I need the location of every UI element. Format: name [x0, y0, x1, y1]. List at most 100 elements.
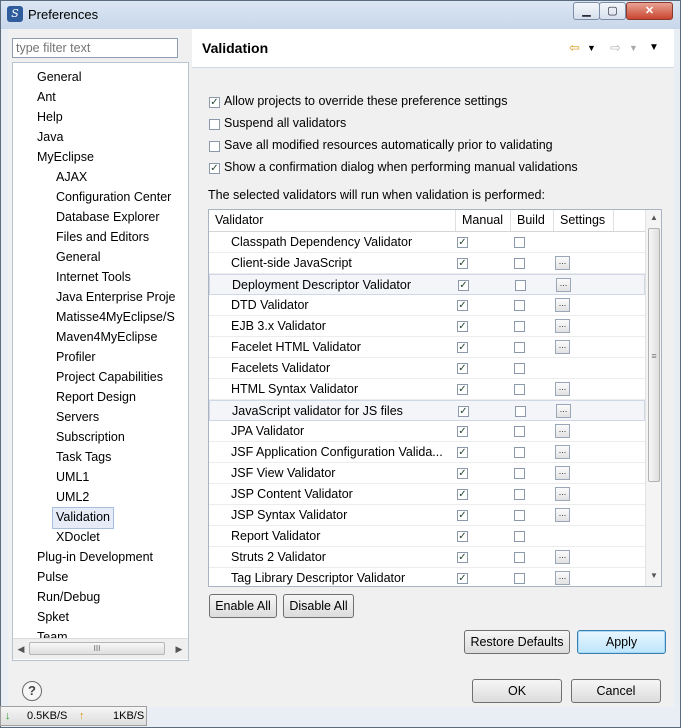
manual-checkbox[interactable] [457, 510, 468, 521]
manual-checkbox[interactable] [458, 406, 469, 417]
disable-all-button[interactable]: Disable All [283, 594, 354, 618]
settings-button[interactable]: ... [555, 256, 570, 270]
option-label[interactable]: Save all modified resources automaticall… [224, 138, 553, 152]
build-checkbox[interactable] [514, 489, 525, 500]
tree-item[interactable]: Plug-in Development [37, 547, 153, 567]
close-button[interactable]: ✕ [626, 2, 673, 20]
tree-item[interactable]: Matisse4MyEclipse/S [56, 307, 175, 327]
build-checkbox[interactable] [514, 237, 525, 248]
tree-horizontal-scrollbar[interactable]: ◀ III ▶ [13, 638, 188, 659]
settings-button[interactable]: ... [555, 445, 570, 459]
settings-button[interactable]: ... [555, 571, 570, 585]
column-settings[interactable]: Settings [554, 210, 614, 231]
back-dropdown-icon[interactable]: ▼ [587, 43, 596, 53]
help-icon[interactable]: ? [22, 681, 42, 701]
tree-item[interactable]: Ant [37, 87, 56, 107]
settings-button[interactable]: ... [555, 550, 570, 564]
settings-button[interactable]: ... [555, 340, 570, 354]
settings-button[interactable]: ... [555, 382, 570, 396]
manual-checkbox[interactable] [457, 447, 468, 458]
tree-item[interactable]: Spket [37, 607, 69, 627]
forward-dropdown-icon[interactable]: ▼ [629, 43, 638, 53]
manual-checkbox[interactable] [457, 342, 468, 353]
build-checkbox[interactable] [514, 342, 525, 353]
table-row[interactable]: JPA Validator... [209, 421, 645, 442]
filter-input[interactable] [13, 39, 179, 57]
tree-item[interactable]: AJAX [56, 167, 87, 187]
column-manual[interactable]: Manual [456, 210, 511, 231]
manual-checkbox[interactable] [457, 552, 468, 563]
table-row[interactable]: Client-side JavaScript... [209, 253, 645, 274]
ok-button[interactable]: OK [472, 679, 562, 703]
table-row[interactable]: Facelets Validator [209, 358, 645, 379]
tree-item[interactable]: Servers [56, 407, 99, 427]
build-checkbox[interactable] [514, 531, 525, 542]
title-bar[interactable]: S Preferences ▁ ▢ ✕ [1, 1, 680, 29]
table-row[interactable]: EJB 3.x Validator... [209, 316, 645, 337]
enable-all-button[interactable]: Enable All [209, 594, 277, 618]
tree-item[interactable]: General [37, 67, 81, 87]
manual-checkbox[interactable] [457, 573, 468, 584]
column-validator[interactable]: Validator [209, 210, 456, 231]
build-checkbox[interactable] [514, 573, 525, 584]
manual-checkbox[interactable] [458, 280, 469, 291]
manual-checkbox[interactable] [457, 531, 468, 542]
apply-button[interactable]: Apply [577, 630, 666, 654]
table-row[interactable]: JSP Content Validator... [209, 484, 645, 505]
table-row[interactable]: JavaScript validator for JS files... [209, 400, 645, 421]
tree-item[interactable]: UML2 [56, 487, 89, 507]
view-menu-icon[interactable]: ▼ [649, 42, 659, 53]
table-row[interactable]: Classpath Dependency Validator [209, 232, 645, 253]
table-vertical-scrollbar[interactable]: ▲ ≡ ▼ [645, 210, 661, 586]
build-checkbox[interactable] [514, 384, 525, 395]
cancel-button[interactable]: Cancel [571, 679, 661, 703]
tree-item[interactable]: Run/Debug [37, 587, 100, 607]
back-arrow-icon[interactable]: ⇦ [569, 40, 580, 56]
tree-item[interactable]: Java Enterprise Proje [56, 287, 176, 307]
build-checkbox[interactable] [515, 406, 526, 417]
tree-item[interactable]: Help [37, 107, 63, 127]
scroll-right-icon[interactable]: ▶ [173, 642, 185, 656]
filter-field[interactable] [12, 38, 179, 58]
scroll-thumb[interactable]: III [29, 642, 165, 655]
scroll-down-icon[interactable]: ▼ [649, 570, 659, 582]
table-row[interactable]: Tag Library Descriptor Validator... [209, 568, 645, 586]
build-checkbox[interactable] [514, 468, 525, 479]
manual-checkbox[interactable] [457, 363, 468, 374]
build-checkbox[interactable] [514, 426, 525, 437]
settings-button[interactable]: ... [555, 487, 570, 501]
option-checkbox[interactable] [209, 119, 220, 130]
manual-checkbox[interactable] [457, 258, 468, 269]
build-checkbox[interactable] [514, 552, 525, 563]
column-build[interactable]: Build [511, 210, 554, 231]
tree-item[interactable]: Profiler [56, 347, 96, 367]
build-checkbox[interactable] [514, 510, 525, 521]
table-row[interactable]: JSP Syntax Validator... [209, 505, 645, 526]
tree-item[interactable]: Files and Editors [56, 227, 149, 247]
forward-arrow-icon[interactable]: ⇨ [610, 40, 621, 56]
table-row[interactable]: JSF View Validator... [209, 463, 645, 484]
maximize-button[interactable]: ▢ [599, 2, 626, 20]
tree-item[interactable]: General [56, 247, 100, 267]
manual-checkbox[interactable] [457, 237, 468, 248]
build-checkbox[interactable] [514, 447, 525, 458]
option-label[interactable]: Suspend all validators [224, 116, 346, 130]
build-checkbox[interactable] [514, 258, 525, 269]
table-row[interactable]: Deployment Descriptor Validator... [209, 274, 645, 295]
manual-checkbox[interactable] [457, 321, 468, 332]
tree-item[interactable]: Project Capabilities [56, 367, 163, 387]
option-checkbox[interactable] [209, 97, 220, 108]
settings-button[interactable]: ... [555, 466, 570, 480]
build-checkbox[interactable] [514, 321, 525, 332]
tree-item[interactable]: Maven4MyEclipse [56, 327, 157, 347]
settings-button[interactable]: ... [556, 404, 571, 418]
tree-item[interactable]: Internet Tools [56, 267, 131, 287]
table-row[interactable]: HTML Syntax Validator... [209, 379, 645, 400]
settings-button[interactable]: ... [555, 424, 570, 438]
tree-item[interactable]: Validation [52, 507, 114, 529]
table-row[interactable]: JSF Application Configuration Valida....… [209, 442, 645, 463]
build-checkbox[interactable] [514, 363, 525, 374]
option-checkbox[interactable] [209, 141, 220, 152]
table-row[interactable]: Struts 2 Validator... [209, 547, 645, 568]
table-row[interactable]: DTD Validator... [209, 295, 645, 316]
